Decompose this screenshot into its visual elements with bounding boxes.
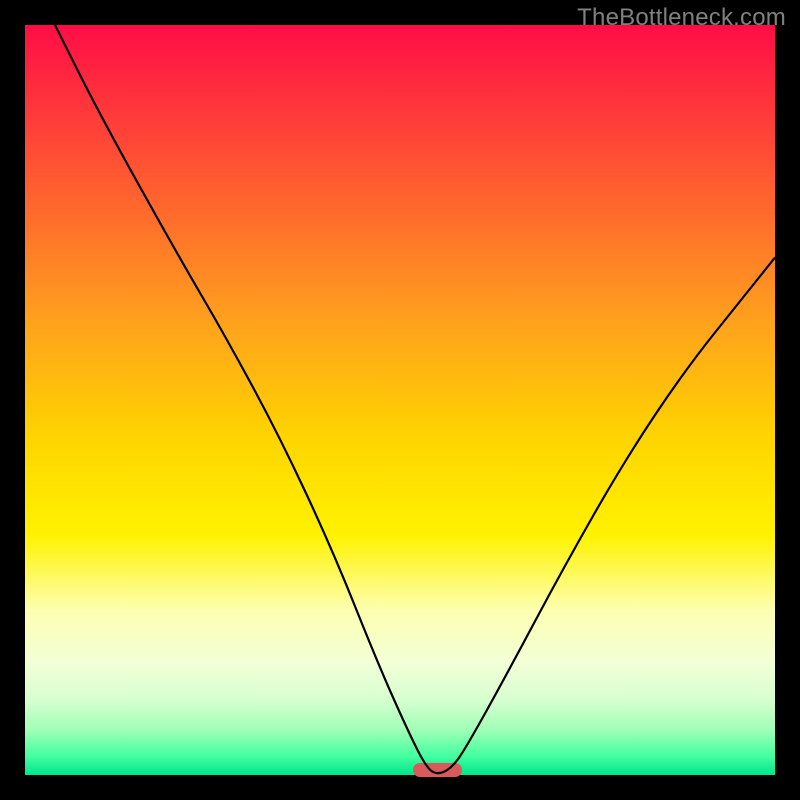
curve-layer	[25, 25, 775, 775]
bottleneck-curve-path	[55, 25, 775, 773]
plot-area	[25, 25, 775, 777]
chart-container: TheBottleneck.com	[0, 0, 800, 800]
watermark-text: TheBottleneck.com	[577, 4, 786, 32]
